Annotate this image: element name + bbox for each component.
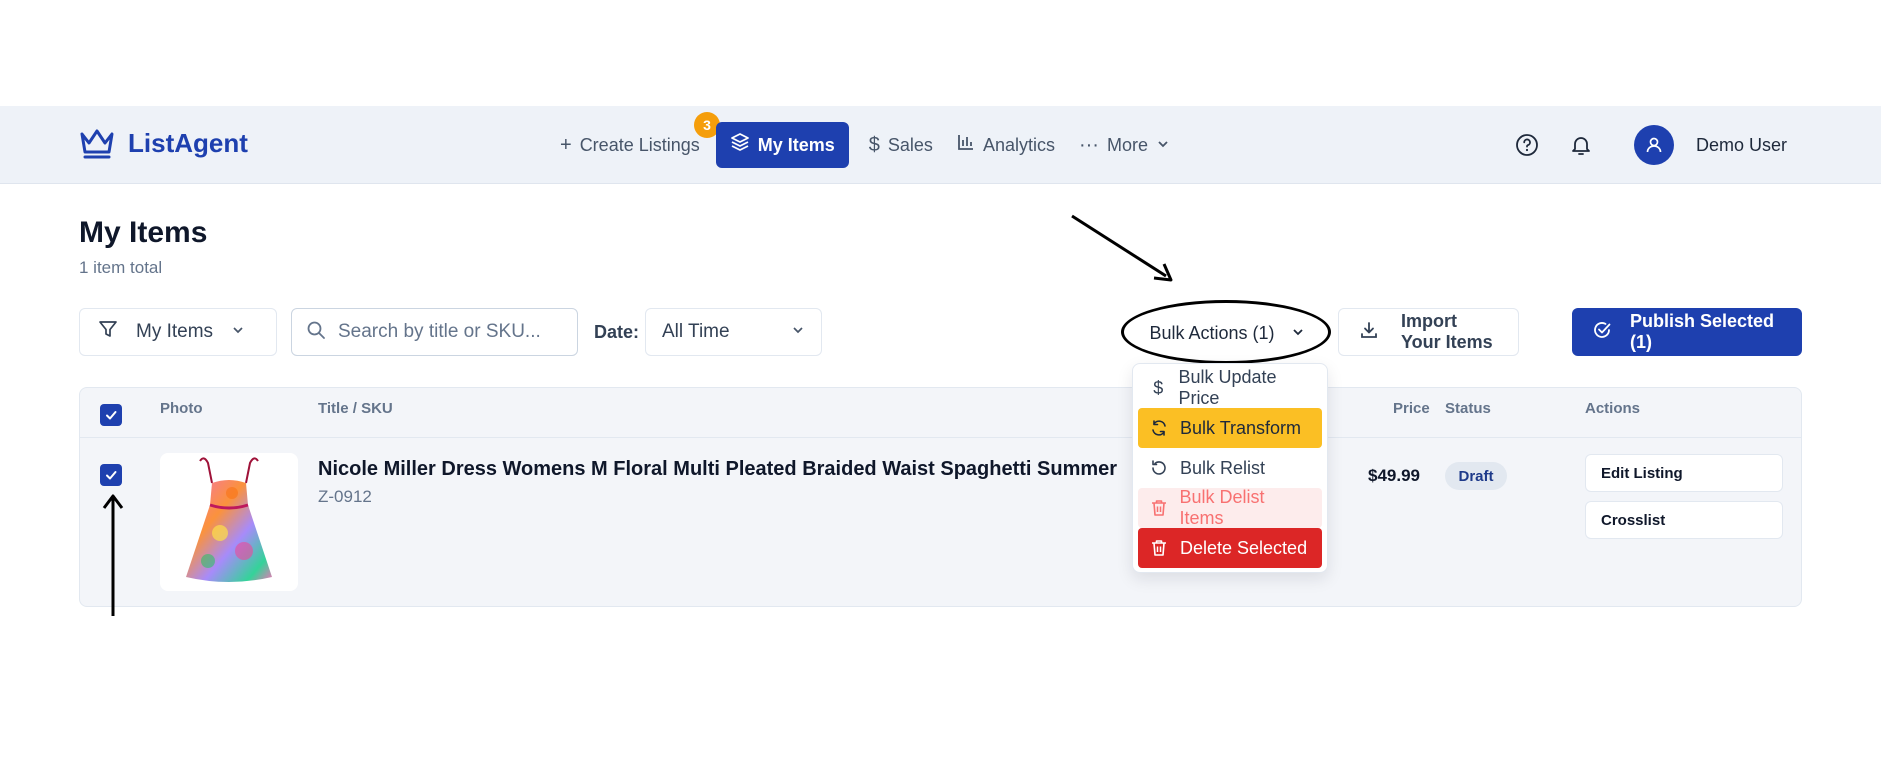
- menu-bulk-delist[interactable]: Bulk Delist Items: [1138, 487, 1322, 528]
- bulk-actions-menu: $ Bulk Update Price Bulk Transform Bulk …: [1132, 363, 1328, 573]
- menu-label: Bulk Transform: [1180, 417, 1302, 438]
- item-photo[interactable]: [160, 453, 298, 591]
- status-badge: Draft: [1445, 462, 1507, 490]
- publish-selected-button[interactable]: Publish Selected (1): [1572, 308, 1802, 356]
- item-price: $49.99: [1368, 466, 1420, 485]
- col-price: Price: [1393, 400, 1430, 417]
- plus-icon: +: [560, 133, 572, 156]
- nav-more[interactable]: ··· More: [1067, 122, 1182, 168]
- dress-photo: [186, 457, 272, 582]
- filter-select[interactable]: My Items: [79, 308, 277, 356]
- trash-icon: [1150, 499, 1168, 517]
- chevron-down-icon: [791, 321, 805, 343]
- date-label: Date:: [594, 322, 640, 342]
- dollar-icon: $: [868, 133, 880, 156]
- col-photo: Photo: [160, 400, 203, 417]
- menu-bulk-update-price[interactable]: $ Bulk Update Price: [1138, 367, 1322, 408]
- import-button[interactable]: Import Your Items: [1338, 308, 1519, 356]
- items-table: Photo Title / SKU Price Status Actions N…: [79, 387, 1802, 607]
- search-input[interactable]: [338, 321, 558, 343]
- page-title: My Items: [79, 216, 208, 249]
- chevron-down-icon: [1156, 134, 1170, 157]
- nav-sales-label: Sales: [887, 134, 933, 155]
- menu-label: Bulk Relist: [1180, 457, 1266, 478]
- menu-bulk-transform[interactable]: Bulk Transform: [1138, 408, 1322, 448]
- bulk-actions-label: Bulk Actions (1): [1149, 322, 1275, 343]
- rotate-ccw-icon: [1150, 459, 1168, 477]
- menu-label: Bulk Delist Items: [1179, 487, 1265, 528]
- dollar-icon: $: [1153, 377, 1164, 398]
- user-name[interactable]: Demo User: [1696, 135, 1787, 156]
- download-icon: [1359, 320, 1379, 345]
- help-icon[interactable]: [1504, 122, 1550, 168]
- col-title-sku: Title / SKU: [318, 400, 393, 417]
- avatar[interactable]: [1633, 125, 1674, 165]
- menu-bulk-relist[interactable]: Bulk Relist: [1138, 448, 1322, 488]
- chevron-down-icon: [231, 321, 245, 343]
- table-header: Photo Title / SKU Price Status Actions: [80, 388, 1801, 438]
- menu-label: Delete Selected: [1180, 537, 1308, 558]
- nav-my-items-label: My Items: [757, 134, 835, 155]
- col-actions: Actions: [1585, 400, 1641, 417]
- annotation-arrow-icon: [1071, 214, 1173, 282]
- publish-label: Publish Selected (1): [1630, 311, 1775, 352]
- date-value: All Time: [662, 321, 730, 342]
- crown-logo-icon: [78, 126, 116, 160]
- nav-right: Demo User: [1496, 122, 1787, 168]
- bell-icon[interactable]: [1558, 122, 1604, 168]
- item-count: 1 item total: [79, 258, 163, 277]
- more-dots-icon: ···: [1078, 133, 1099, 156]
- filter-icon: [98, 319, 118, 345]
- check-icon: [106, 411, 117, 420]
- nav-create-listings[interactable]: + Create Listings 3: [548, 112, 720, 168]
- refresh-icon: [1150, 419, 1168, 437]
- search-box[interactable]: [291, 308, 578, 356]
- chevron-down-icon: [1291, 323, 1305, 344]
- bulk-actions-button[interactable]: Bulk Actions (1): [1128, 310, 1326, 356]
- nav-analytics[interactable]: Analytics: [945, 122, 1067, 168]
- layers-icon: [730, 132, 750, 158]
- check-circle-icon: [1592, 320, 1612, 345]
- brand[interactable]: ListAgent: [78, 126, 248, 160]
- nav-more-label: More: [1106, 134, 1148, 155]
- date-select[interactable]: All Time: [645, 308, 822, 356]
- item-sku: Z-0912: [318, 487, 372, 506]
- trash-icon: [1150, 539, 1168, 557]
- menu-delete-selected[interactable]: Delete Selected: [1138, 528, 1322, 568]
- filter-value: My Items: [136, 321, 214, 342]
- edit-listing-button[interactable]: Edit Listing: [1585, 454, 1783, 492]
- nav-create-listings-label: Create Listings: [579, 134, 700, 155]
- menu-label: Bulk Update Price: [1178, 367, 1277, 408]
- search-icon: [306, 320, 326, 345]
- nav-my-items[interactable]: My Items: [715, 122, 849, 168]
- nav-analytics-label: Analytics: [982, 134, 1055, 155]
- crosslist-button[interactable]: Crosslist: [1585, 501, 1783, 539]
- import-label: Import Your Items: [1401, 311, 1493, 352]
- row-checkbox[interactable]: [100, 464, 122, 486]
- check-icon: [106, 471, 117, 480]
- brand-name: ListAgent: [128, 127, 248, 158]
- col-status: Status: [1445, 400, 1491, 417]
- item-title[interactable]: Nicole Miller Dress Womens M Floral Mult…: [318, 458, 1117, 481]
- bar-chart-icon: [957, 133, 975, 157]
- top-navbar: ListAgent + Create Listings 3 My Items $…: [0, 106, 1881, 184]
- nav-sales[interactable]: $ Sales: [857, 122, 945, 168]
- select-all-checkbox[interactable]: [100, 404, 122, 426]
- main-nav: + Create Listings 3 My Items $ Sales Ana…: [548, 112, 1182, 168]
